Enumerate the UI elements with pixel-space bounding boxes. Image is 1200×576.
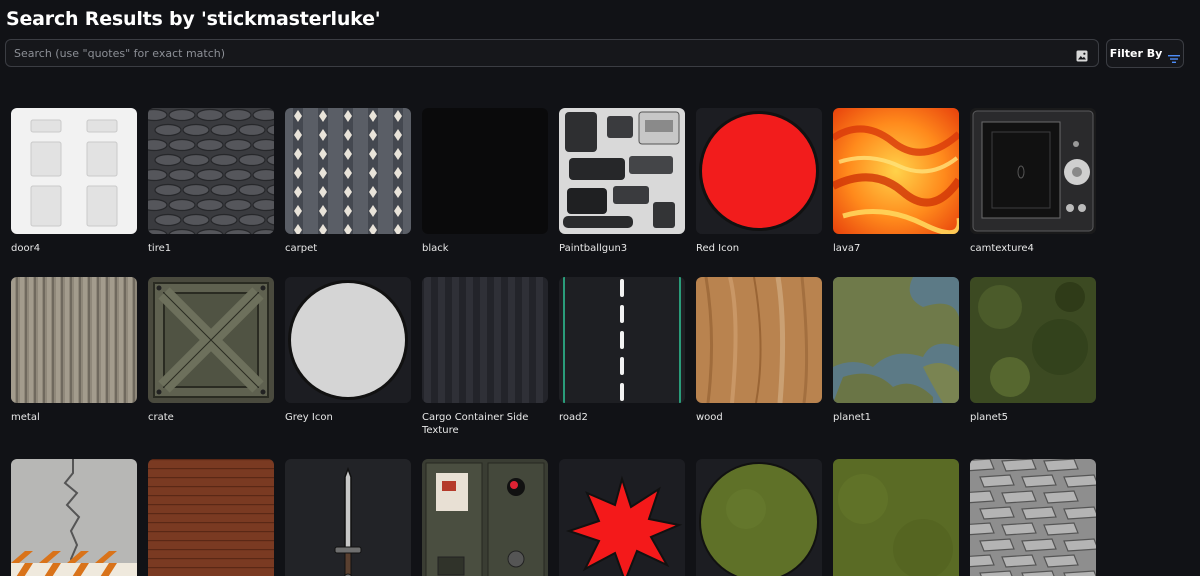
result-thumbnail[interactable] bbox=[559, 459, 685, 576]
result-card[interactable] bbox=[833, 459, 959, 576]
search-bar bbox=[5, 39, 1099, 67]
filter-by-label: Filter By bbox=[1109, 47, 1163, 60]
result-thumbnail[interactable] bbox=[833, 277, 959, 403]
filter-by-button[interactable]: Filter By bbox=[1106, 39, 1184, 68]
result-card[interactable]: Paintballgun3 bbox=[559, 108, 685, 255]
result-thumbnail[interactable] bbox=[422, 108, 548, 234]
result-thumbnail[interactable] bbox=[11, 277, 137, 403]
result-name[interactable]: Red Icon bbox=[696, 242, 822, 255]
result-thumbnail[interactable] bbox=[696, 108, 822, 234]
result-name[interactable]: tire1 bbox=[148, 242, 274, 255]
page-title: Search Results by 'stickmasterluke' bbox=[6, 8, 381, 30]
result-name[interactable]: crate bbox=[148, 411, 274, 424]
result-card[interactable]: tire1 bbox=[148, 108, 274, 255]
search-results-page: Search Results by 'stickmasterluke' Filt… bbox=[0, 0, 1200, 576]
result-thumbnail[interactable] bbox=[11, 108, 137, 234]
result-thumbnail[interactable] bbox=[422, 277, 548, 403]
result-thumbnail[interactable] bbox=[285, 459, 411, 576]
result-thumbnail[interactable] bbox=[696, 459, 822, 576]
result-thumbnail[interactable] bbox=[422, 459, 548, 576]
result-name[interactable]: road2 bbox=[559, 411, 685, 424]
result-card[interactable]: planet5 bbox=[970, 277, 1096, 424]
result-thumbnail[interactable] bbox=[559, 277, 685, 403]
result-thumbnail[interactable] bbox=[11, 459, 137, 576]
result-card[interactable]: lava7 bbox=[833, 108, 959, 255]
result-thumbnail[interactable] bbox=[148, 277, 274, 403]
result-card[interactable] bbox=[970, 459, 1096, 576]
result-name[interactable]: black bbox=[422, 242, 548, 255]
result-thumbnail[interactable] bbox=[833, 459, 959, 576]
result-card[interactable] bbox=[559, 459, 685, 576]
result-name[interactable]: door4 bbox=[11, 242, 137, 255]
result-card[interactable] bbox=[11, 459, 137, 576]
image-search-icon[interactable] bbox=[1076, 47, 1088, 62]
result-name[interactable]: Grey Icon bbox=[285, 411, 411, 424]
result-name[interactable]: Cargo Container Side Texture bbox=[422, 411, 548, 437]
result-card[interactable]: carpet bbox=[285, 108, 411, 255]
result-card[interactable]: door4 bbox=[11, 108, 137, 255]
result-card[interactable]: crate bbox=[148, 277, 274, 424]
filter-lines-icon bbox=[1168, 49, 1181, 63]
result-card[interactable] bbox=[285, 459, 411, 576]
result-card[interactable]: camtexture4 bbox=[970, 108, 1096, 255]
result-card[interactable]: black bbox=[422, 108, 548, 255]
result-thumbnail[interactable] bbox=[970, 459, 1096, 576]
result-card[interactable]: metal bbox=[11, 277, 137, 424]
result-thumbnail[interactable] bbox=[970, 108, 1096, 234]
result-card[interactable] bbox=[696, 459, 822, 576]
result-thumbnail[interactable] bbox=[559, 108, 685, 234]
result-name[interactable]: planet5 bbox=[970, 411, 1096, 424]
result-card[interactable]: Grey Icon bbox=[285, 277, 411, 424]
result-thumbnail[interactable] bbox=[833, 108, 959, 234]
result-name[interactable]: carpet bbox=[285, 242, 411, 255]
result-thumbnail[interactable] bbox=[696, 277, 822, 403]
result-thumbnail[interactable] bbox=[285, 277, 411, 403]
result-card[interactable]: Red Icon bbox=[696, 108, 822, 255]
result-name[interactable]: lava7 bbox=[833, 242, 959, 255]
result-card[interactable]: planet1 bbox=[833, 277, 959, 424]
result-card[interactable] bbox=[422, 459, 548, 576]
result-name[interactable]: camtexture4 bbox=[970, 242, 1096, 255]
result-name[interactable]: Paintballgun3 bbox=[559, 242, 685, 255]
result-card[interactable]: wood bbox=[696, 277, 822, 424]
search-input[interactable] bbox=[14, 40, 1054, 66]
result-card[interactable] bbox=[148, 459, 274, 576]
result-card[interactable]: Cargo Container Side Texture bbox=[422, 277, 548, 437]
result-thumbnail[interactable] bbox=[970, 277, 1096, 403]
result-name[interactable]: wood bbox=[696, 411, 822, 424]
result-thumbnail[interactable] bbox=[148, 108, 274, 234]
result-card[interactable]: road2 bbox=[559, 277, 685, 424]
result-name[interactable]: metal bbox=[11, 411, 137, 424]
result-name[interactable]: planet1 bbox=[833, 411, 959, 424]
result-thumbnail[interactable] bbox=[285, 108, 411, 234]
result-thumbnail[interactable] bbox=[148, 459, 274, 576]
